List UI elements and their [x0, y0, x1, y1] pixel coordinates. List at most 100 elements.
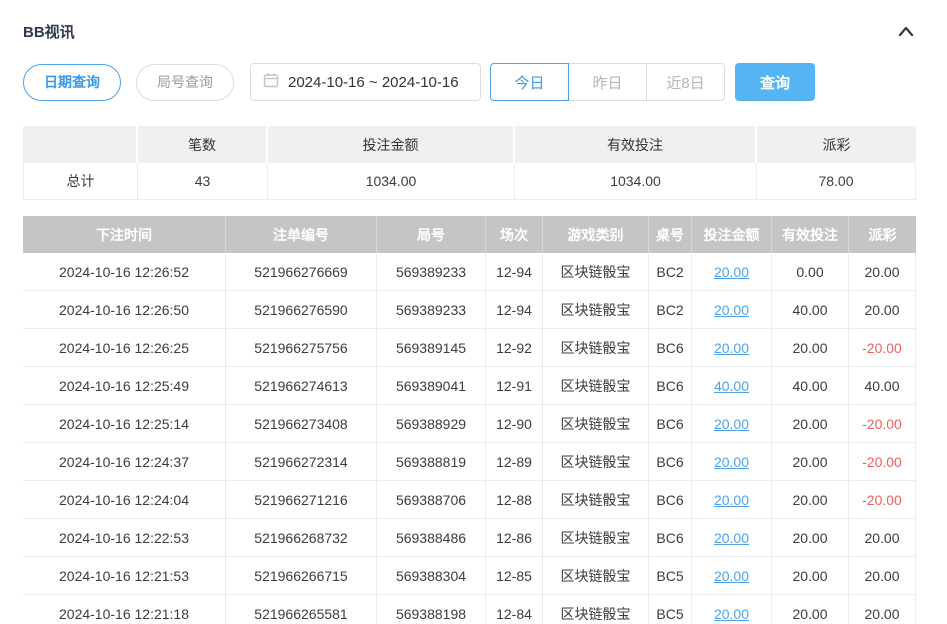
- cell-table-no: BC6: [649, 405, 692, 443]
- cell-table-no: BC6: [649, 519, 692, 557]
- summary-header-bet-amount: 投注金额: [268, 126, 515, 163]
- collapse-panel-button[interactable]: [896, 21, 916, 41]
- cell-game-type: 区块链骰宝: [543, 595, 649, 624]
- cell-bet-amount: 40.00: [692, 367, 772, 405]
- summary-total-bet-amount: 1034.00: [268, 163, 515, 200]
- cell-payout: -20.00: [849, 443, 916, 481]
- cell-bet-amount: 20.00: [692, 405, 772, 443]
- cell-table-no: BC6: [649, 443, 692, 481]
- cell-session: 12-86: [486, 519, 543, 557]
- cell-round-no: 569389041: [377, 367, 486, 405]
- table-row: 2024-10-16 12:21:53521966266715569388304…: [23, 557, 916, 595]
- bet-amount-link[interactable]: 20.00: [714, 416, 749, 432]
- cell-bet-time: 2024-10-16 12:26:52: [23, 253, 226, 291]
- bet-amount-link[interactable]: 20.00: [714, 568, 749, 584]
- date-query-tab[interactable]: 日期查询: [23, 64, 121, 101]
- quick-date-button-group: 今日昨日近8日: [490, 63, 725, 101]
- quick-date-button[interactable]: 昨日: [568, 63, 647, 101]
- date-range-picker[interactable]: 2024-10-16 ~ 2024-10-16: [250, 63, 481, 101]
- cell-valid-bet: 20.00: [772, 595, 849, 624]
- cell-round-no: 569388486: [377, 519, 486, 557]
- cell-payout: 40.00: [849, 367, 916, 405]
- summary-header-valid-bet: 有效投注: [515, 126, 757, 163]
- summary-table: 笔数 投注金额 有效投注 派彩 总计 43 1034.00 1034.00 78…: [23, 126, 916, 200]
- cell-payout: 20.00: [849, 595, 916, 624]
- cell-session: 12-84: [486, 595, 543, 624]
- cell-valid-bet: 20.00: [772, 519, 849, 557]
- cell-valid-bet: 20.00: [772, 405, 849, 443]
- table-row: 2024-10-16 12:26:25521966275756569389145…: [23, 329, 916, 367]
- cell-ticket-no: 521966265581: [226, 595, 377, 624]
- cell-round-no: 569388706: [377, 481, 486, 519]
- cell-table-no: BC6: [649, 481, 692, 519]
- bet-amount-link[interactable]: 20.00: [714, 302, 749, 318]
- cell-game-type: 区块链骰宝: [543, 291, 649, 329]
- cell-session: 12-92: [486, 329, 543, 367]
- cell-bet-time: 2024-10-16 12:25:14: [23, 405, 226, 443]
- summary-header-payout: 派彩: [757, 126, 916, 163]
- cell-payout: 20.00: [849, 519, 916, 557]
- cell-round-no: 569389233: [377, 253, 486, 291]
- cell-round-no: 569388198: [377, 595, 486, 624]
- cell-payout: -20.00: [849, 481, 916, 519]
- chevron-up-icon: [898, 24, 914, 39]
- search-button[interactable]: 查询: [735, 63, 815, 101]
- cell-bet-amount: 20.00: [692, 481, 772, 519]
- cell-bet-amount: 20.00: [692, 253, 772, 291]
- summary-total-row: 总计 43 1034.00 1034.00 78.00: [23, 163, 916, 200]
- cell-session: 12-89: [486, 443, 543, 481]
- quick-date-button[interactable]: 今日: [490, 63, 569, 101]
- table-row: 2024-10-16 12:26:50521966276590569389233…: [23, 291, 916, 329]
- cell-bet-time: 2024-10-16 12:21:18: [23, 595, 226, 624]
- bet-amount-link[interactable]: 20.00: [714, 340, 749, 356]
- cell-ticket-no: 521966271216: [226, 481, 377, 519]
- summary-total-valid-bet: 1034.00: [515, 163, 757, 200]
- cell-payout: 20.00: [849, 253, 916, 291]
- summary-total-label: 总计: [23, 163, 138, 200]
- bet-amount-link[interactable]: 20.00: [714, 492, 749, 508]
- cell-table-no: BC6: [649, 367, 692, 405]
- table-row: 2024-10-16 12:24:37521966272314569388819…: [23, 443, 916, 481]
- cell-bet-amount: 20.00: [692, 519, 772, 557]
- bet-amount-link[interactable]: 20.00: [714, 454, 749, 470]
- quick-date-button[interactable]: 近8日: [646, 63, 725, 101]
- cell-game-type: 区块链骰宝: [543, 557, 649, 595]
- col-header-ticket-no: 注单编号: [226, 216, 377, 253]
- records-table-header: 下注时间注单编号局号场次游戏类别桌号投注金额有效投注派彩: [23, 216, 916, 253]
- cell-game-type: 区块链骰宝: [543, 329, 649, 367]
- cell-valid-bet: 20.00: [772, 443, 849, 481]
- summary-header-count: 笔数: [138, 126, 268, 163]
- cell-bet-time: 2024-10-16 12:26:50: [23, 291, 226, 329]
- records-table: 下注时间注单编号局号场次游戏类别桌号投注金额有效投注派彩 2024-10-16 …: [23, 216, 916, 624]
- round-query-tab[interactable]: 局号查询: [136, 64, 234, 101]
- cell-bet-time: 2024-10-16 12:21:53: [23, 557, 226, 595]
- cell-session: 12-88: [486, 481, 543, 519]
- bet-amount-link[interactable]: 20.00: [714, 264, 749, 280]
- bet-amount-link[interactable]: 40.00: [714, 378, 749, 394]
- col-header-bet-amount: 投注金额: [692, 216, 772, 253]
- table-row: 2024-10-16 12:26:52521966276669569389233…: [23, 253, 916, 291]
- bet-amount-link[interactable]: 20.00: [714, 530, 749, 546]
- cell-bet-time: 2024-10-16 12:24:37: [23, 443, 226, 481]
- cell-game-type: 区块链骰宝: [543, 443, 649, 481]
- cell-session: 12-85: [486, 557, 543, 595]
- cell-table-no: BC5: [649, 595, 692, 624]
- cell-round-no: 569389145: [377, 329, 486, 367]
- cell-round-no: 569389233: [377, 291, 486, 329]
- panel-header: BB视讯: [23, 20, 916, 42]
- cell-bet-time: 2024-10-16 12:25:49: [23, 367, 226, 405]
- filter-toolbar: 日期查询 局号查询 2024-10-16 ~ 2024-10-16 今日昨日近8…: [23, 63, 916, 101]
- bb-video-panel: BB视讯 日期查询 局号查询 2024-10-16 ~ 2024-10-16 今…: [0, 20, 947, 624]
- table-row: 2024-10-16 12:25:49521966274613569389041…: [23, 367, 916, 405]
- table-row: 2024-10-16 12:24:04521966271216569388706…: [23, 481, 916, 519]
- cell-valid-bet: 20.00: [772, 481, 849, 519]
- bet-amount-link[interactable]: 20.00: [714, 606, 749, 622]
- records-table-body: 2024-10-16 12:26:52521966276669569389233…: [23, 253, 916, 624]
- cell-bet-amount: 20.00: [692, 557, 772, 595]
- table-row: 2024-10-16 12:25:14521966273408569388929…: [23, 405, 916, 443]
- col-header-valid-bet: 有效投注: [772, 216, 849, 253]
- page-title: BB视讯: [23, 21, 75, 42]
- cell-session: 12-94: [486, 291, 543, 329]
- cell-ticket-no: 521966275756: [226, 329, 377, 367]
- cell-ticket-no: 521966273408: [226, 405, 377, 443]
